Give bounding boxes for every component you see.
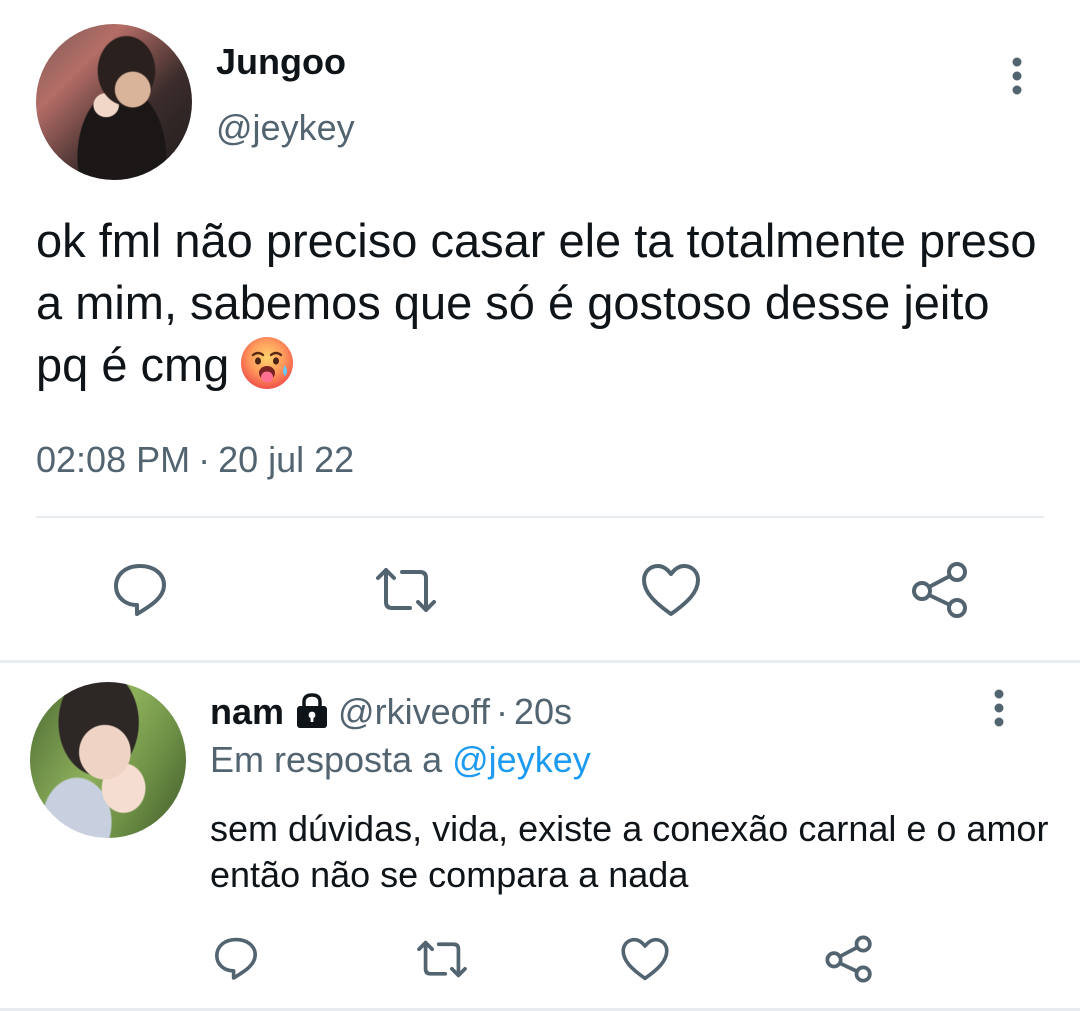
reply-retweet-icon[interactable]: [414, 936, 470, 982]
like-icon[interactable]: [640, 562, 702, 618]
retweet-icon[interactable]: [372, 562, 440, 618]
meta-separator: ·: [198, 439, 211, 480]
tweet-date: 20 jul 22: [218, 439, 355, 480]
reply-separator: ·: [495, 691, 508, 732]
author-avatar[interactable]: [36, 24, 192, 180]
author-handle[interactable]: @jeykey: [216, 106, 355, 150]
author-display-name[interactable]: Jungoo: [216, 40, 346, 84]
tweet-text: ok fml não preciso casar ele ta totalmen…: [36, 210, 1046, 396]
reply-share-icon[interactable]: [824, 934, 874, 984]
lock-icon: [292, 690, 332, 730]
tweet-timestamp[interactable]: 02:08 PM · 20 jul 22: [36, 438, 354, 482]
reply-time[interactable]: 20s: [514, 691, 572, 732]
reply-reply-icon[interactable]: [212, 934, 260, 982]
share-icon[interactable]: [910, 560, 970, 620]
reply-author-avatar[interactable]: [30, 682, 186, 838]
reply-to-label: Em resposta a: [210, 739, 443, 780]
reply-text: sem dúvidas, vida, existe a conexão carn…: [210, 808, 1049, 895]
hot-face-emoji-icon: [239, 335, 295, 391]
reply-more-options-icon[interactable]: [984, 688, 1014, 728]
section-divider: [0, 660, 1080, 663]
reply-handle[interactable]: @rkiveoff: [338, 691, 490, 732]
tweet-body: ok fml não preciso casar ele ta totalmen…: [36, 214, 1037, 391]
more-options-icon[interactable]: [1002, 56, 1032, 96]
reply-icon[interactable]: [110, 560, 170, 618]
reply-header: nam @rkiveoff · 20s: [210, 690, 572, 734]
reply-display-name[interactable]: nam: [210, 691, 284, 732]
reply-to-mention[interactable]: @jeykey: [452, 739, 591, 780]
tweet-time: 02:08 PM: [36, 439, 191, 480]
reply-like-icon[interactable]: [620, 936, 670, 982]
divider: [36, 516, 1044, 518]
reply-context: Em resposta a @jeykey: [210, 738, 591, 782]
